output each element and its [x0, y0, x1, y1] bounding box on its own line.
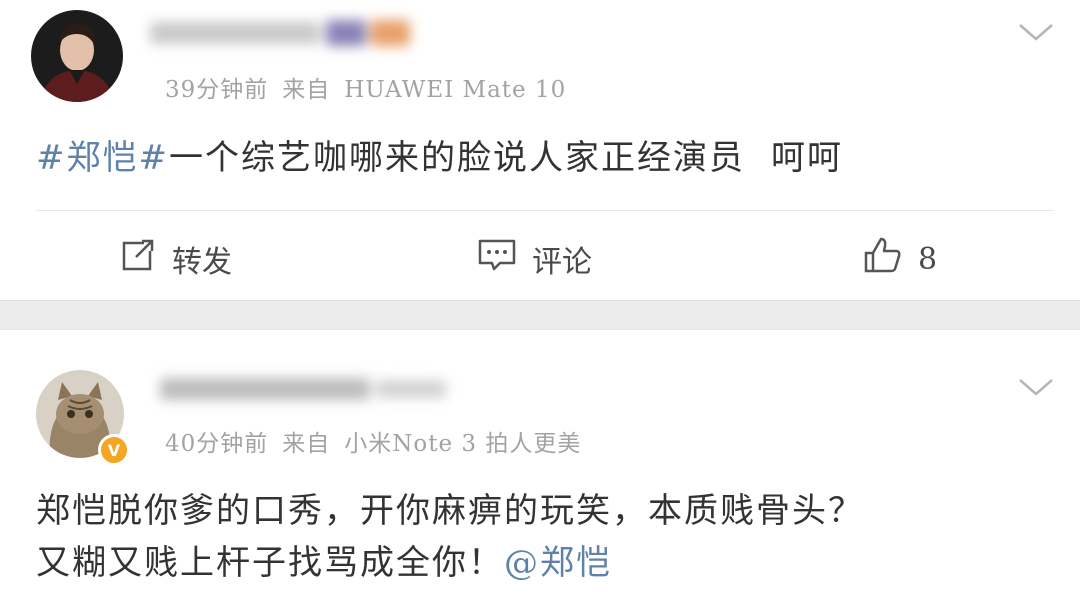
- post-meta: 39分钟前 来自 HUAWEI Mate 10: [165, 70, 566, 104]
- topic-link[interactable]: #郑恺#: [36, 138, 169, 178]
- post-separator: [0, 300, 1080, 330]
- repost-icon: [118, 235, 172, 283]
- post-source[interactable]: 小米Note 3 拍人更美: [344, 431, 581, 457]
- weibo-post-2: V 40分钟前 来自 小米Note 3 拍人更美 郑恺脱你爹的口秀，开你麻痹的玩笑，…: [0, 330, 1080, 598]
- chevron-down-icon[interactable]: [1016, 375, 1056, 399]
- post-time: 39分钟前: [165, 77, 269, 103]
- like-button[interactable]: 8: [862, 236, 937, 282]
- source-prefix: 来自: [282, 77, 331, 103]
- like-count: 8: [918, 241, 938, 277]
- chevron-down-icon[interactable]: [1016, 20, 1056, 44]
- post-time: 40分钟前: [165, 431, 269, 457]
- comment-label: 评论: [532, 245, 592, 280]
- repost-label: 转发: [172, 245, 232, 280]
- post-text-suffix: 呵呵: [770, 138, 843, 178]
- blurred-username[interactable]: [150, 16, 420, 48]
- weibo-post-1: 39分钟前 来自 HUAWEI Mate 10 #郑恺#一个综艺咖哪来的脸说人家正经…: [0, 0, 1080, 300]
- post-meta: 40分钟前 来自 小米Note 3 拍人更美: [165, 424, 581, 458]
- blurred-username[interactable]: [160, 372, 460, 404]
- source-prefix: 来自: [282, 431, 331, 457]
- comment-button[interactable]: 评论: [476, 236, 592, 282]
- post-content: #郑恺#一个综艺咖哪来的脸说人家正经演员 呵呵: [36, 132, 843, 184]
- divider: [36, 210, 1054, 211]
- repost-button[interactable]: 转发: [118, 236, 232, 282]
- post-text: 一个综艺咖哪来的脸说人家正经演员: [168, 138, 745, 178]
- post-text-line-2: 又糊又贱上杆子找骂成全你！: [36, 543, 504, 583]
- avatar[interactable]: [31, 10, 123, 102]
- like-icon: [862, 235, 918, 283]
- verified-badge-icon: V: [98, 434, 130, 466]
- post-source[interactable]: HUAWEI Mate 10: [344, 77, 566, 103]
- post-text-line-1: 郑恺脱你爹的口秀，开你麻痹的玩笑，本质贱骨头？: [36, 491, 864, 531]
- post-content: 郑恺脱你爹的口秀，开你麻痹的玩笑，本质贱骨头？ 又糊又贱上杆子找骂成全你！@郑恺: [36, 485, 864, 589]
- comment-icon: [476, 235, 532, 283]
- mention-link[interactable]: @郑恺: [504, 543, 612, 583]
